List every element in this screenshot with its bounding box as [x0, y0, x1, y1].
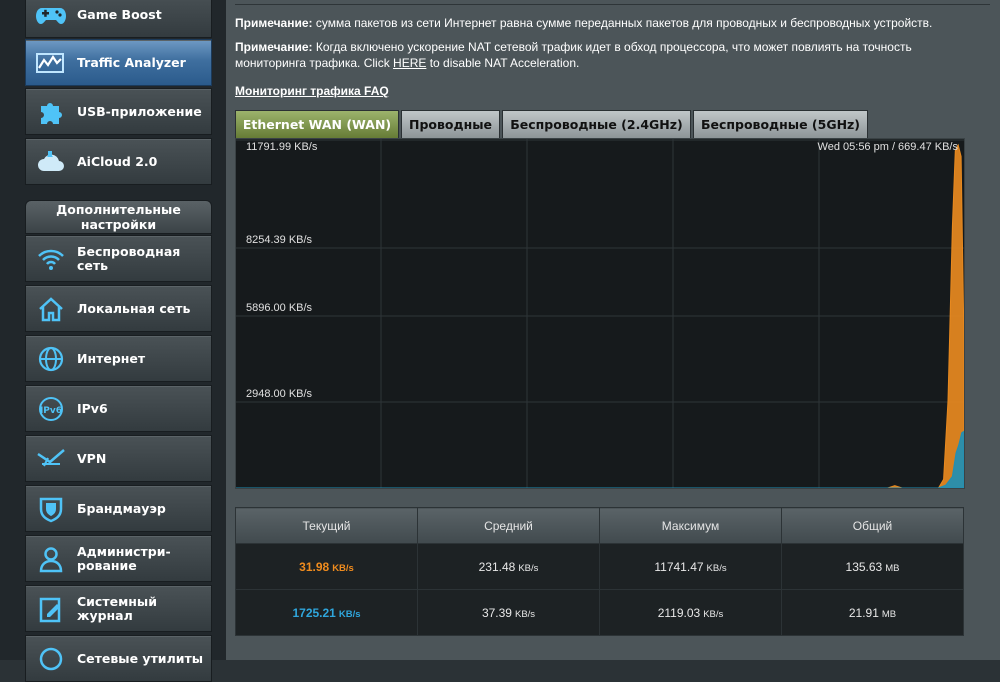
sidebar-item-wireless[interactable]: Беспроводная сеть	[25, 235, 212, 282]
unit: KB/s	[706, 562, 727, 574]
sidebar: Game Boost Traffic Analyzer USB-приложен…	[0, 0, 226, 682]
average-value-cell: 37.39 KB/s	[417, 589, 600, 636]
sidebar-item-network-tools[interactable]: Сетевые утилиты	[25, 635, 212, 682]
traffic-chart: 11791.99 KB/s 8254.39 KB/s 5896.00 KB/s 294…	[235, 138, 965, 489]
disable-nat-link[interactable]: HERE	[393, 56, 426, 70]
sidebar-item-label: Беспроводная сеть	[77, 243, 181, 273]
note-packets: Примечание: сумма пакетов из сети Интерн…	[235, 15, 932, 31]
unit: KB/s	[518, 562, 539, 574]
maximum-value-cell: 2119.03 KB/s	[599, 589, 782, 636]
network-tools-icon	[36, 644, 66, 674]
sidebar-item-label: Game Boost	[77, 6, 162, 22]
sidebar-item-label: AiCloud 2.0	[77, 153, 158, 169]
sidebar-item-label: Сетевые утилиты	[77, 650, 204, 666]
sidebar-item-internet[interactable]: Интернет	[25, 335, 212, 382]
average-value: 37.39	[481, 605, 512, 620]
y-tick-label: 5896.00 KB/s	[246, 302, 313, 314]
unit: KB/s	[514, 608, 536, 620]
top-divider	[235, 0, 990, 5]
sidebar-item-system-log[interactable]: Системный журнал	[25, 585, 212, 632]
table-row-transmitted: 1725.21 KB/s 37.39 KB/s 2119.03 KB/s 21.91 M…	[235, 589, 964, 636]
home-icon	[36, 294, 66, 324]
sidebar-item-label: Интернет	[77, 350, 146, 366]
current-value: 1725.21	[292, 605, 336, 620]
header-total: Общий	[781, 507, 964, 544]
sidebar-item-label: VPN	[77, 450, 107, 466]
gamepad-icon	[36, 0, 66, 30]
unit: KB/s	[332, 562, 354, 574]
globe-icon	[36, 344, 66, 374]
ipv6-icon: IPv6	[36, 394, 66, 424]
note-text: Когда включено ускорение NAT сетевой тра…	[312, 40, 912, 54]
sidebar-item-label: Локальная сеть	[77, 300, 191, 316]
sidebar-item-administration[interactable]: Администри- рование	[25, 535, 212, 582]
table-row-received: 31.98 KB/s 231.48 KB/s 11741.47 KB/s 135.63…	[235, 543, 964, 590]
current-value-cell: 31.98 KB/s	[235, 543, 418, 590]
shield-icon	[36, 494, 66, 524]
traffic-analyzer-icon	[36, 48, 66, 78]
current-value-cell: 1725.21 KB/s	[235, 589, 418, 636]
total-value: 135.63	[845, 559, 883, 574]
note-prefix: Примечание:	[235, 16, 313, 30]
advanced-settings-header: Дополнительные настройки	[25, 200, 212, 234]
sidebar-item-vpn[interactable]: VPN	[25, 435, 212, 482]
sidebar-item-label: IPv6	[77, 400, 108, 416]
average-value: 231.48	[478, 559, 516, 574]
note-text: to disable NAT Acceleration.	[426, 56, 580, 70]
tab-wireless-24[interactable]: Беспроводные (2.4GHz)	[502, 110, 691, 138]
total-value: 21.91	[848, 605, 879, 620]
maximum-value-cell: 11741.47 KB/s	[599, 543, 782, 590]
y-tick-label: 8254.39 KB/s	[246, 234, 313, 246]
sidebar-item-ipv6[interactable]: IPv6 IPv6	[25, 385, 212, 432]
sidebar-item-label: Traffic Analyzer	[77, 54, 186, 70]
sidebar-item-usb-app[interactable]: USB-приложение	[25, 88, 212, 135]
chart-status-label: Wed 05:56 pm / 669.47 KB/s	[818, 141, 959, 153]
sidebar-item-label: USB-приложение	[77, 103, 202, 119]
tab-wired[interactable]: Проводные	[401, 110, 500, 138]
maximum-value: 2119.03	[657, 605, 701, 620]
maximum-value: 11741.47	[654, 559, 704, 574]
log-edit-icon	[36, 594, 66, 624]
y-tick-label: 11791.99 KB/s	[246, 141, 318, 153]
main-content: Примечание: сумма пакетов из сети Интерн…	[226, 0, 1000, 660]
cloud-icon	[36, 147, 66, 177]
current-value: 31.98	[299, 559, 330, 574]
admin-user-icon	[36, 544, 66, 574]
vpn-icon	[36, 444, 66, 474]
header-current: Текущий	[235, 507, 418, 544]
total-value-cell: 21.91 MB	[781, 589, 964, 636]
sidebar-item-game-boost[interactable]: Game Boost	[25, 0, 212, 38]
sidebar-item-label: Системный журнал	[77, 593, 157, 623]
unit: KB/s	[703, 608, 724, 620]
header-maximum: Максимум	[599, 507, 782, 544]
sidebar-item-label: Брандмауэр	[77, 500, 166, 516]
sidebar-item-firewall[interactable]: Брандмауэр	[25, 485, 212, 532]
traffic-stats-table: Текущий Средний Максимум Общий 31.98 KB/s…	[235, 507, 964, 636]
unit: KB/s	[338, 608, 361, 620]
note-text: мониторинга трафика. Click	[235, 56, 394, 70]
puzzle-icon	[36, 97, 66, 127]
unit: MB	[881, 608, 897, 620]
unit: MB	[885, 562, 900, 574]
sidebar-item-aicloud[interactable]: AiCloud 2.0	[25, 138, 212, 185]
series-transmitted-area	[236, 430, 964, 488]
tab-ethernet-wan[interactable]: Ethernet WAN (WAN)	[235, 110, 399, 138]
table-header-row: Текущий Средний Максимум Общий	[235, 507, 964, 544]
sidebar-item-traffic-analyzer[interactable]: Traffic Analyzer	[25, 39, 212, 86]
note-nat: Примечание: Когда включено ускорение NAT…	[235, 39, 912, 71]
sidebar-item-lan[interactable]: Локальная сеть	[25, 285, 212, 332]
tab-wireless-5[interactable]: Беспроводные (5GHz)	[693, 110, 868, 138]
wifi-icon	[36, 244, 66, 274]
traffic-chart-svg: 11791.99 KB/s 8254.39 KB/s 5896.00 KB/s 294…	[236, 139, 964, 488]
total-value-cell: 135.63 MB	[781, 543, 964, 590]
note-text: сумма пакетов из сети Интернет равна сум…	[312, 16, 933, 30]
y-tick-label: 2948.00 KB/s	[246, 388, 313, 400]
note-prefix: Примечание:	[235, 40, 313, 54]
svg-text:IPv6: IPv6	[40, 406, 62, 416]
header-average: Средний	[417, 507, 600, 544]
average-value-cell: 231.48 KB/s	[417, 543, 600, 590]
sidebar-item-label: Администри- рование	[77, 543, 171, 573]
traffic-monitor-faq-link[interactable]: Мониторинг трафика FAQ	[235, 84, 389, 98]
